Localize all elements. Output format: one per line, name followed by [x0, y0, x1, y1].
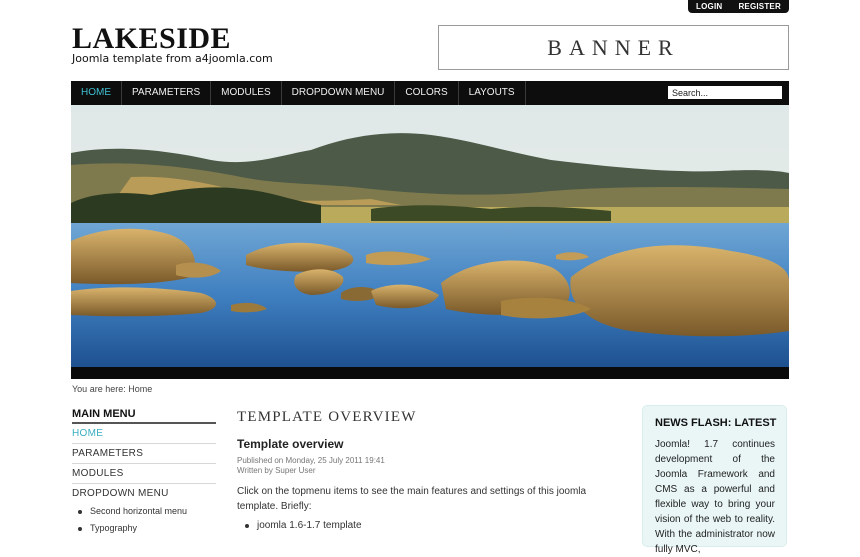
submenu-item-label: Typography [90, 523, 138, 533]
main-menu-title: MAIN MENU [72, 408, 216, 424]
menu-item-home[interactable]: HOME [72, 424, 216, 444]
news-flash-title: NEWS FLASH: LATEST [655, 417, 777, 429]
nav-item-layouts[interactable]: LAYOUTS [459, 81, 526, 105]
article-body: Click on the topmenu items to see the ma… [237, 486, 587, 512]
news-flash-body: Joomla! 1.7 continues development of the… [655, 439, 775, 555]
site-tagline: Joomla template from a4joomla.com [72, 52, 273, 65]
nav-item-colors[interactable]: COLORS [395, 81, 459, 105]
login-link[interactable]: LOGIN [696, 2, 722, 11]
news-flash-panel: NEWS FLASH: LATEST Joomla! 1.7 continues… [642, 405, 787, 555]
search-input[interactable] [668, 86, 782, 99]
section-heading: TEMPLATE OVERVIEW [237, 409, 417, 425]
lake-landscape-image [71, 105, 789, 379]
nav-item-home[interactable]: HOME [71, 81, 122, 105]
nav-item-parameters[interactable]: PARAMETERS [122, 81, 212, 105]
nav-item-dropdown-menu[interactable]: DROPDOWN MENU [282, 81, 396, 105]
menu-item-modules[interactable]: MODULES [72, 464, 216, 484]
bullet-icon [245, 523, 249, 528]
article-author: Written by Super User [237, 466, 316, 475]
article-title[interactable]: Template overview [237, 437, 621, 451]
main-article: TEMPLATE OVERVIEW Template overview Publ… [237, 409, 621, 531]
published-date: Published on Monday, 25 July 2011 19:41 [237, 456, 385, 465]
list-item-text: joomla 1.6-1.7 template [257, 520, 362, 531]
breadcrumb: You are here: Home [72, 384, 153, 394]
submenu-item-second-horizontal-menu[interactable]: Second horizontal menu [72, 503, 216, 520]
menu-item-parameters[interactable]: PARAMETERS [72, 444, 216, 464]
top-links: LOGIN REGISTER [688, 0, 789, 13]
list-item: joomla 1.6-1.7 template [237, 520, 621, 531]
menu-item-dropdown-menu[interactable]: DROPDOWN MENU [72, 484, 216, 503]
banner-ad[interactable]: BANNER [438, 25, 789, 70]
register-link[interactable]: REGISTER [738, 2, 781, 11]
main-menu: MAIN MENU HOME PARAMETERS MODULES DROPDO… [72, 408, 216, 537]
nav-item-modules[interactable]: MODULES [211, 81, 282, 105]
top-nav: HOME PARAMETERS MODULES DROPDOWN MENU CO… [71, 81, 789, 105]
submenu-item-typography[interactable]: Typography [72, 520, 216, 537]
bullet-icon [78, 509, 82, 514]
submenu-item-label: Second horizontal menu [90, 506, 188, 516]
header-image [71, 105, 789, 379]
